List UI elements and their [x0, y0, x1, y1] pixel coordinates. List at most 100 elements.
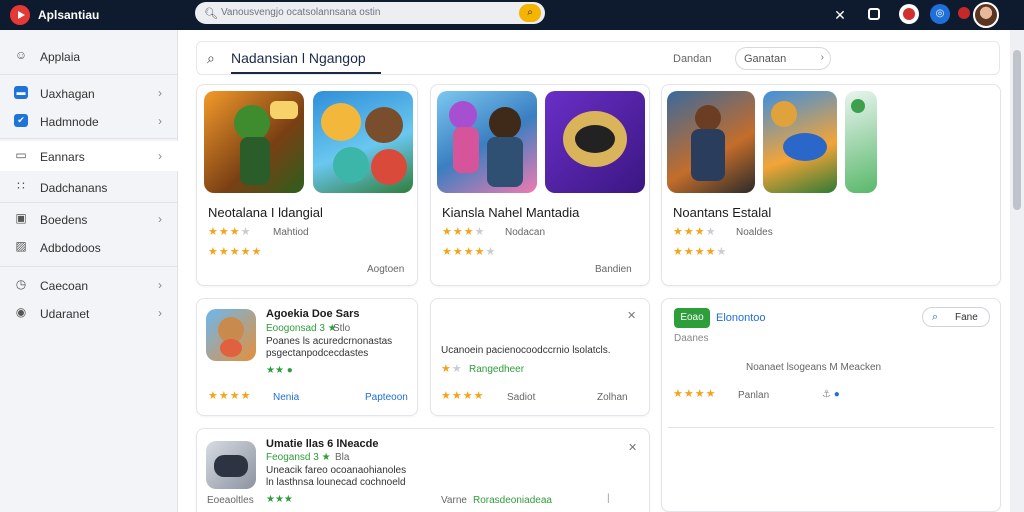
close-icon[interactable]: ✕ [627, 309, 636, 322]
footer-label: Varne [441, 495, 467, 506]
game-artwork [204, 91, 304, 193]
rating-stars: ★★★★★ [208, 246, 263, 258]
game-title: Neotalana I ldangial [208, 205, 323, 220]
window-icon[interactable] [868, 8, 880, 20]
app-title: Aplsantiau [38, 8, 100, 22]
link-nenia[interactable]: Nenia [273, 392, 299, 403]
divider [0, 266, 178, 267]
game-meta: Noaldes [736, 227, 773, 238]
search-placeholder: Vanousvengjo ocatsolannsana ostin [221, 7, 381, 18]
sidebar-item-caecoan[interactable]: ◷ Caecoan › [0, 270, 178, 300]
chevron-right-icon: › [158, 114, 162, 128]
sidebar-item-applaia[interactable]: ☺ Applaia [0, 41, 178, 71]
sidebar-item-label: Eannars [40, 150, 85, 164]
sidebar: ☺ Applaia ▬ Uaxhagan › ✔ Hadmnode › ▭ Ea… [0, 30, 178, 512]
circle-icon: ◉ [15, 305, 27, 319]
footer-link[interactable]: Rorasdeoniadeaa [473, 495, 552, 506]
list-item[interactable]: Umatie llas 6 lNeacde Feogansd 3 ★ Bla U… [196, 428, 650, 512]
game-title: Noantans Estalal [673, 205, 772, 220]
game-title: Kiansla Nahel Mantadia [442, 205, 580, 220]
avatar[interactable] [973, 2, 999, 28]
game-artwork [437, 91, 537, 193]
game-title: Umatie llas 6 lNeacde [266, 438, 379, 450]
search-icon: ⌕ [932, 311, 939, 323]
game-tag: Feogansd 3 ★ [266, 452, 331, 463]
game-description: Uneacik fareo ocoanaohianoles [266, 465, 407, 476]
search-icon: 🔍︎ [204, 8, 218, 20]
game-action-button[interactable]: Aogtoen [367, 264, 404, 275]
list-item[interactable]: Noanaet lsogeans M Meacken Daanes ★★★★ P… [661, 298, 1001, 512]
image-icon: ▨ [15, 239, 27, 253]
divider [668, 427, 994, 428]
game-card[interactable]: Kiansla Nahel Mantadia ★★★★ Nodacan ★★★★… [430, 84, 650, 286]
search-icon: ⌕ [207, 50, 215, 66]
game-artwork [763, 91, 837, 193]
game-icon [206, 309, 256, 361]
game-chip: ★★★ [266, 494, 293, 505]
mail-icon: ▬ [14, 86, 28, 99]
game-action-button[interactable]: Bandien [595, 264, 632, 275]
sidebar-item-boedens[interactable]: ▣ Boedens › [0, 204, 178, 234]
scrollbar[interactable] [1010, 30, 1024, 512]
game-icon [206, 441, 256, 489]
game-tag-secondary: Bla [335, 452, 350, 463]
search-submit-button[interactable]: ⌕ [519, 4, 541, 22]
briefcase-icon: ▣ [15, 211, 27, 225]
app-logo-icon[interactable] [10, 5, 30, 25]
close-icon[interactable]: ✕ [628, 441, 637, 454]
list-item[interactable]: Agoekia Doe Sars Eoogonsad 3 ★ Stlo Poan… [196, 298, 418, 416]
game-meta: Eoeaoltles [207, 495, 254, 506]
sidebar-item-label: Udaranet [40, 307, 90, 321]
rating-stars: ★★★★★ [442, 246, 497, 258]
game-meta: Panlan [738, 390, 770, 401]
info-icon: ⚓︎ ● [822, 389, 840, 400]
link-papteoon[interactable]: Papteoon [365, 392, 408, 403]
game-card[interactable]: Noantans Estalal ★★★★ Noaldes ★★★★★ [661, 84, 1001, 286]
rating-stars: ★★★★ [442, 226, 486, 238]
game-description: psgectanpodcecdastes [266, 348, 369, 359]
sidebar-item-hadmnode[interactable]: ✔ Hadmnode › [0, 106, 178, 136]
global-search-input[interactable]: 🔍︎ Vanousvengjo ocatsolannsana ostin ⌕ [195, 2, 545, 24]
search-bar: ⌕ Nadansian l Ngangop Dandan Ganatan › [196, 41, 1000, 75]
game-description: Ucanoein pacienocoodccrnio lsolatcls. [441, 345, 611, 356]
scrollbar-thumb[interactable] [1013, 50, 1021, 210]
sort-select[interactable]: Ganatan › [735, 47, 831, 70]
folder-icon: ▭ [15, 148, 27, 162]
status-badge: Eoao [674, 308, 710, 328]
search-underline [231, 72, 381, 74]
game-meta: Nodacan [505, 227, 546, 238]
game-meta-right: Zolhan [597, 392, 628, 403]
sliders-icon: ∷ [17, 179, 25, 193]
sidebar-item-udaranet[interactable]: ◉ Udaranet › [0, 298, 178, 328]
rating-stars: ★★★★ [208, 226, 252, 238]
game-card[interactable]: Neotalana I ldangial ★★★★ Mahtiod ★★★★★ … [196, 84, 418, 286]
share-icon[interactable]: ◎ [930, 4, 950, 24]
sidebar-item-adbdodoos[interactable]: ▨ Adbdodoos [0, 232, 178, 262]
rating-stars: ★★★★★ [673, 246, 728, 258]
game-chip: ★★ ● [266, 365, 293, 376]
notification-icon[interactable] [958, 7, 970, 19]
close-icon[interactable]: ✕ [832, 5, 848, 25]
sidebar-item-eannars[interactable]: ▭ Eannars › [0, 141, 178, 171]
chevron-right-icon: › [158, 86, 162, 100]
favorite-button-label: Fane [955, 312, 978, 323]
sidebar-item-label: Dadchanans [40, 181, 108, 195]
list-item[interactable]: ✕ Ucanoein pacienocoodccrnio lsolatcls. … [430, 298, 650, 416]
rating-stars: ★★ [441, 363, 463, 375]
clock-icon: ◷ [15, 277, 27, 291]
divider [0, 138, 178, 139]
sidebar-item-uaxhagan[interactable]: ▬ Uaxhagan › [0, 78, 178, 108]
chat-icon: ✔ [14, 114, 28, 127]
chevron-right-icon: › [820, 52, 824, 63]
divider [0, 202, 178, 203]
rating-stars: ★★★★ [673, 226, 717, 238]
game-tag-secondary: Stlo [333, 323, 351, 334]
filter-label[interactable]: Dandan [673, 53, 712, 65]
favorite-button[interactable]: ⌕ Fane [922, 307, 990, 327]
sidebar-item-dadchanans[interactable]: ∷ Dadchanans [0, 172, 178, 202]
chevron-right-icon: › [158, 278, 162, 292]
record-icon[interactable] [899, 4, 919, 24]
search-input[interactable]: Nadansian l Ngangop [231, 50, 366, 66]
game-description: ln lasthnsa lounecad cochnoeld [266, 477, 406, 488]
sort-select-value: Ganatan [744, 53, 787, 65]
